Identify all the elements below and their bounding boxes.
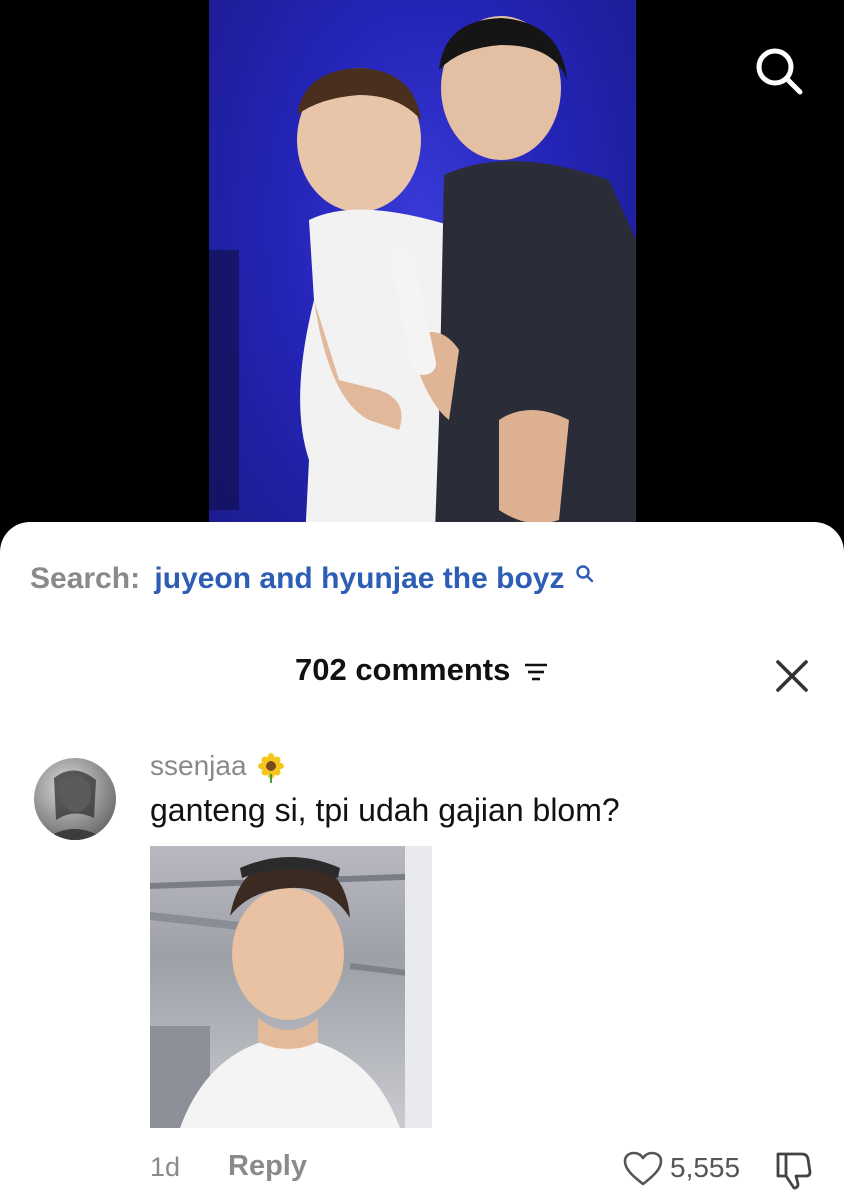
- reply-button[interactable]: Reply: [228, 1150, 307, 1183]
- search-query-link[interactable]: juyeon and hyunjae the boyz: [154, 562, 564, 595]
- avatar[interactable]: [34, 758, 116, 840]
- comments-sheet: Search: juyeon and hyunjae the boyz 702 …: [0, 522, 844, 1200]
- dislike-icon[interactable]: [772, 1150, 812, 1190]
- close-icon: [776, 660, 808, 692]
- username-text: ssenjaa: [150, 750, 247, 781]
- video-player[interactable]: [0, 0, 844, 560]
- comments-header: 702 comments: [0, 652, 844, 688]
- comment-time: 1d: [150, 1152, 181, 1182]
- comment-username[interactable]: ssenjaa: [150, 750, 286, 783]
- avatar-image: [44, 770, 106, 840]
- comment-image[interactable]: [150, 846, 432, 1128]
- search-icon: [756, 48, 803, 95]
- filter-icon[interactable]: [523, 660, 549, 684]
- sunflower-icon: [258, 752, 285, 783]
- video-frame-illustration: [209, 16, 636, 560]
- close-button[interactable]: [772, 656, 812, 696]
- heart-icon[interactable]: [622, 1150, 664, 1188]
- video-thumbnail[interactable]: [209, 0, 636, 560]
- search-mini-icon: [576, 565, 594, 583]
- search-suggestion[interactable]: Search: juyeon and hyunjae the boyz: [30, 562, 595, 596]
- search-prefix: Search:: [30, 562, 141, 595]
- comment-photo: [150, 846, 432, 1128]
- like-count: 5,555: [670, 1152, 741, 1183]
- comment-text: ganteng si, tpi udah gajian blom?: [150, 792, 620, 828]
- search-button[interactable]: [750, 42, 806, 98]
- comments-count: 702 comments: [294, 652, 511, 687]
